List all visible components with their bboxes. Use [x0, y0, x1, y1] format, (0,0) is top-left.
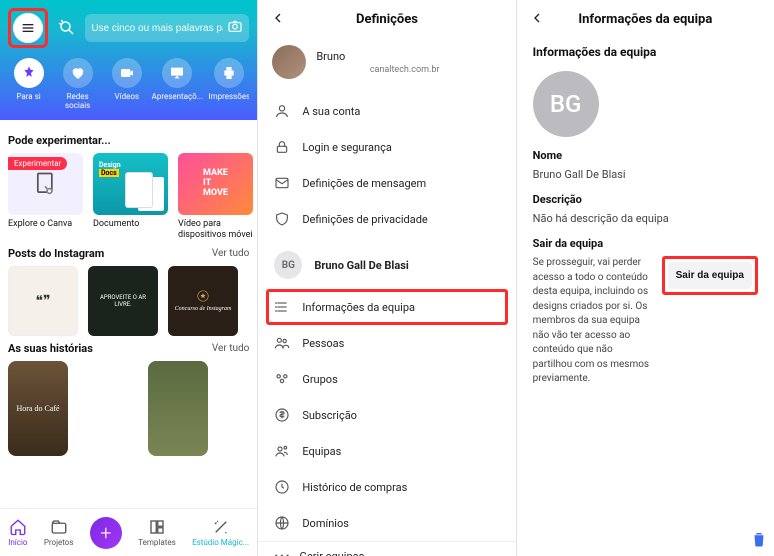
category-pills: Para si Redes sociais Vídeos Apresentaçõ…: [8, 58, 249, 110]
experiment-badge: Experimentar: [8, 157, 67, 170]
desc-label: Descrição: [533, 193, 758, 206]
name-value: Bruno Gall De Blasi: [533, 168, 758, 181]
story-item[interactable]: Hora do Café: [8, 361, 68, 456]
stories-row: Hora do Café: [8, 361, 257, 456]
settings-people[interactable]: Pessoas: [258, 325, 515, 361]
story-item[interactable]: [148, 361, 208, 456]
settings-teams[interactable]: Equipas: [258, 433, 515, 469]
menu-button[interactable]: [13, 13, 43, 43]
name-label: Nome: [533, 149, 758, 162]
user-row[interactable]: Bruno xxxxxxxxxxxxcanaltech.com.br: [258, 39, 515, 93]
settings-team-info[interactable]: Informações da equipa: [258, 289, 515, 325]
category-para-si[interactable]: Para si: [10, 58, 47, 110]
try-heading: Pode experimentar...: [8, 128, 257, 153]
team-avatar: BG: [274, 251, 302, 279]
nav-projects[interactable]: Projetos: [44, 518, 74, 547]
team-info-screen: Informações da equipa Informações da equ…: [517, 0, 774, 556]
settings-domains[interactable]: Domínios: [258, 505, 515, 541]
team-big-avatar: BG: [533, 71, 599, 137]
settings-groups[interactable]: Grupos: [258, 361, 515, 397]
team-info-header: Informações da equipa: [517, 0, 774, 39]
posts-heading: Posts do Instagram: [8, 241, 112, 266]
camera-icon[interactable]: [227, 18, 243, 38]
team-info-section-title: Informações da equipa: [533, 45, 758, 59]
team-header[interactable]: BG Bruno Gall De Blasi: [258, 241, 515, 289]
trash-icon[interactable]: [750, 530, 768, 552]
bottom-nav: Início Projetos + Templates Estúdio Mági…: [0, 508, 257, 556]
settings-title: Definições: [356, 12, 418, 27]
nav-create[interactable]: +: [90, 517, 122, 549]
back-button[interactable]: [529, 10, 545, 30]
story-item[interactable]: [78, 361, 138, 456]
annotation-highlight-menu: [8, 8, 48, 48]
post-item[interactable]: APROVEITE O AR LIVRE.: [88, 266, 158, 336]
nav-home[interactable]: Início: [8, 518, 27, 547]
leave-team-button[interactable]: Sair da equipa: [668, 262, 752, 289]
home-header: Para si Redes sociais Vídeos Apresentaçõ…: [0, 0, 257, 120]
canva-home-screen: Para si Redes sociais Vídeos Apresentaçõ…: [0, 0, 257, 556]
search-bar[interactable]: [85, 14, 249, 42]
search-input[interactable]: [91, 23, 223, 34]
back-button[interactable]: [270, 10, 286, 30]
home-body: Pode experimentar... Experimentar Explor…: [0, 120, 257, 508]
see-all-stories[interactable]: Ver tudo: [212, 343, 257, 354]
category-impressoes[interactable]: Impressões: [209, 58, 249, 110]
card-explore[interactable]: Experimentar Explore o Canva: [8, 153, 83, 241]
manage-teams[interactable]: ••• Gerir equipas: [258, 541, 515, 556]
category-videos[interactable]: Vídeos: [108, 58, 145, 110]
post-item[interactable]: Concurso de Instagram: [168, 266, 238, 336]
annotation-highlight-leave: Sair da equipa: [662, 256, 758, 295]
settings-purchases[interactable]: Histórico de compras: [258, 469, 515, 505]
stories-heading: As suas histórias: [8, 336, 101, 361]
dots-icon: •••: [274, 550, 291, 556]
leave-text: Se prosseguir, vai perder acesso a todo …: [533, 256, 652, 387]
nav-templates[interactable]: Templates: [138, 518, 175, 547]
try-cards: Experimentar Explore o Canva DesignDocs …: [8, 153, 257, 241]
category-redes-sociais[interactable]: Redes sociais: [59, 58, 96, 110]
team-info-title: Informações da equipa: [578, 12, 712, 27]
desc-value: Não há descrição da equipa: [533, 212, 758, 225]
settings-account[interactable]: A sua conta: [258, 93, 515, 129]
see-all-posts[interactable]: Ver tudo: [212, 248, 257, 259]
settings-header: Definições: [258, 0, 515, 39]
category-apresentacoes[interactable]: Apresentaçõ...: [157, 58, 197, 110]
magic-search-icon[interactable]: [56, 17, 77, 39]
leave-label: Sair da equipa: [533, 237, 758, 250]
settings-messages[interactable]: Definições de mensagem: [258, 165, 515, 201]
nav-magic-studio[interactable]: Estúdio Mágic...: [192, 518, 249, 547]
card-documento[interactable]: DesignDocs Documento: [93, 153, 168, 241]
user-email: xxxxxxxxxxxxcanaltech.com.br: [316, 65, 439, 75]
posts-row: ❝❞ APROVEITE O AR LIVRE. Concurso de Ins…: [8, 266, 257, 336]
card-video[interactable]: MAKEITMOVE Vídeo para dispositivos móvei: [178, 153, 253, 241]
settings-login[interactable]: Login e segurança: [258, 129, 515, 165]
settings-screen: Definições Bruno xxxxxxxxxxxxcanaltech.c…: [258, 0, 515, 556]
settings-privacy[interactable]: Definições de privacidade: [258, 201, 515, 237]
avatar: [272, 45, 306, 79]
user-name: Bruno: [316, 50, 439, 63]
post-item[interactable]: ❝❞: [8, 266, 78, 336]
team-name: Bruno Gall De Blasi: [314, 259, 408, 272]
settings-subscription[interactable]: Subscrição: [258, 397, 515, 433]
